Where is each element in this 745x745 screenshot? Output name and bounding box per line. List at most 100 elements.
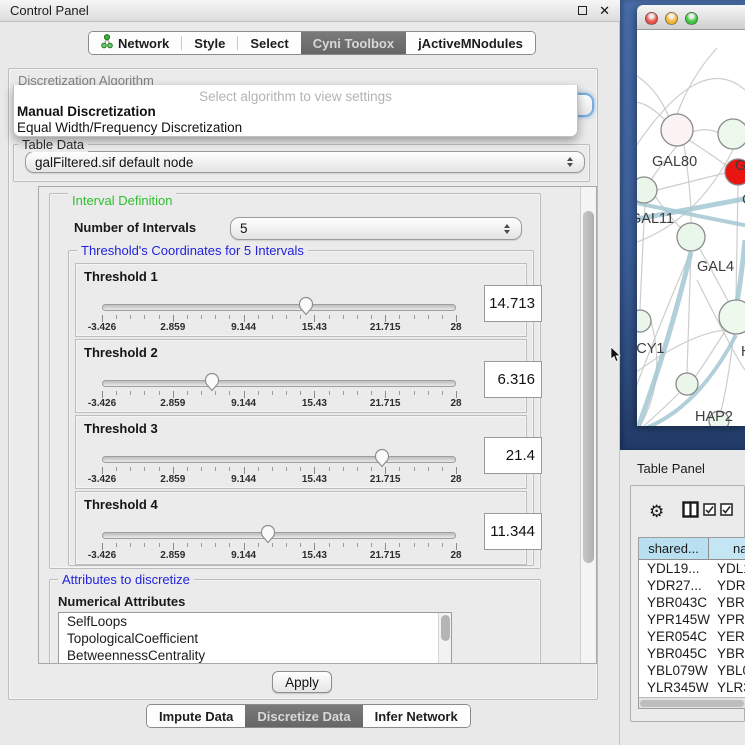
numerical-attributes-label: Numerical Attributes (58, 594, 185, 609)
network-edge[interactable] (677, 48, 717, 114)
tick-mark (385, 315, 386, 322)
tick-mark (300, 467, 301, 471)
tick-mark (442, 543, 443, 547)
tick-label: 21.715 (370, 474, 401, 485)
close-icon[interactable]: ✕ (599, 3, 610, 19)
slider-thumb-handle[interactable] (298, 296, 314, 316)
numerical-attributes-list[interactable]: SelfLoopsTopologicalCoefficientBetweenne… (58, 612, 452, 664)
tick-mark (329, 543, 330, 547)
column-header-shared-name[interactable]: shared... (639, 538, 709, 560)
network-canvas[interactable]: GAL80GACGAL11GAL4GCY1HHAP2 (637, 30, 745, 426)
list-item[interactable]: BetweennessCentrality (59, 647, 451, 664)
tab-network[interactable]: Network (89, 32, 181, 54)
apply-button[interactable]: Apply (272, 671, 332, 693)
tick-mark (187, 543, 188, 547)
tab-select[interactable]: Select (238, 32, 300, 54)
table-row[interactable]: YDR27...YDR2 (639, 577, 745, 594)
tick-mark (102, 543, 103, 550)
minimize-traffic-icon[interactable] (665, 12, 678, 25)
list-item[interactable]: TopologicalCoefficient (59, 630, 451, 647)
slider-track[interactable] (102, 380, 456, 387)
popup-item-1[interactable]: Manual Discretization (17, 104, 156, 119)
list-scrollbar-thumb[interactable] (441, 615, 450, 641)
slider-tick-labels: -3.4262.8599.14415.4321.71528 (102, 550, 456, 562)
slider-track[interactable] (102, 456, 456, 463)
cell-name: YBL0 (717, 663, 745, 678)
network-node-gal11[interactable] (637, 177, 657, 203)
network-view-window[interactable]: GAL80GACGAL11GAL4GCY1HHAP2 (637, 5, 745, 426)
pane-scrollbar[interactable] (580, 187, 596, 663)
popup-hint-text: Select algorithm to view settings (14, 89, 577, 104)
table-row[interactable]: YER054CYER0 (639, 628, 745, 645)
tick-mark (116, 543, 117, 547)
slider-thumb-handle[interactable] (260, 524, 276, 544)
threshold-panel: Threshold 2-3.4262.8599.14415.4321.71528… (75, 339, 527, 413)
threshold-value-input[interactable]: 6.316 (484, 361, 542, 398)
zoom-traffic-icon[interactable] (685, 12, 698, 25)
tick-mark (215, 391, 216, 395)
tick-mark (357, 467, 358, 471)
gear-icon[interactable]: ⚙ (649, 502, 664, 522)
table-row[interactable]: YBL079WYBL0 (639, 662, 745, 679)
table-horizontal-scrollbar[interactable] (639, 697, 745, 708)
tab-cyni-toolbox[interactable]: Cyni Toolbox (301, 32, 406, 54)
network-edge[interactable] (695, 328, 727, 377)
slider-thumb-handle[interactable] (204, 372, 220, 392)
tick-mark (116, 315, 117, 319)
checkbox-icon[interactable] (720, 503, 733, 521)
number-of-intervals-combobox[interactable]: 5 (230, 217, 522, 240)
node-label-gal11: GAL11 (637, 211, 674, 227)
table-hscroll-thumb[interactable] (640, 700, 744, 707)
network-node-ga[interactable] (718, 119, 745, 149)
float-window-icon[interactable] (578, 6, 587, 15)
tab-infer-network[interactable]: Infer Network (363, 705, 470, 727)
threshold-slider[interactable]: -3.4262.8599.14415.4321.71528 (102, 416, 456, 490)
network-node-gal4[interactable] (677, 223, 705, 251)
tick-label: 2.859 (160, 550, 185, 561)
tab-impute-data[interactable]: Impute Data (147, 705, 245, 727)
network-edge[interactable] (692, 130, 719, 133)
slider-thumb-handle[interactable] (374, 448, 390, 468)
pane-scrollbar-thumb[interactable] (583, 211, 594, 563)
slider-track[interactable] (102, 532, 456, 539)
tab-jactivemnodules[interactable]: jActiveMNodules (406, 32, 535, 54)
network-node-gcy1[interactable] (637, 310, 651, 332)
popup-item-2[interactable]: Equal Width/Frequency Discretization (17, 120, 242, 135)
table-row[interactable]: YDL19...YDL1 (639, 560, 745, 577)
threshold-value-input[interactable]: 11.344 (484, 513, 542, 550)
tick-mark (229, 391, 230, 395)
table-row[interactable]: YBR045CYBR0 (639, 645, 745, 662)
network-window-titlebar[interactable] (637, 5, 745, 30)
table-row[interactable]: YLR345WYLR3 (639, 679, 745, 696)
table-data-combobox[interactable]: galFiltered.sif default node (25, 151, 585, 173)
threshold-slider[interactable]: -3.4262.8599.14415.4321.71528 (102, 264, 456, 338)
table-row[interactable]: YBR043CYBR0 (639, 594, 745, 611)
control-panel-titlebar: Control Panel ✕ (0, 0, 620, 22)
network-edge-highlighted[interactable] (737, 240, 745, 302)
tick-mark (229, 467, 230, 471)
tab-style[interactable]: Style (182, 32, 237, 54)
threshold-slider[interactable]: -3.4262.8599.14415.4321.71528 (102, 492, 456, 566)
list-item[interactable]: SelfLoops (59, 613, 451, 630)
network-node-h[interactable] (719, 300, 745, 334)
network-edge[interactable] (657, 173, 725, 190)
network-node-gal80[interactable] (661, 114, 693, 146)
network-edge-highlighted[interactable] (637, 252, 691, 426)
column-header-name[interactable]: na (709, 538, 745, 560)
table-row[interactable]: YPR145WYPR1 (639, 611, 745, 628)
threshold-panel: Threshold 3-3.4262.8599.14415.4321.71528… (75, 415, 527, 489)
threshold-value-input[interactable]: 21.4 (484, 437, 542, 474)
list-scrollbar[interactable] (438, 613, 451, 664)
node-attribute-table[interactable]: shared... na YDL19...YDL1YDR27...YDR2YBR… (638, 537, 745, 709)
close-traffic-icon[interactable] (645, 12, 658, 25)
tab-discretize-data[interactable]: Discretize Data (245, 705, 362, 727)
split-column-icon[interactable] (682, 501, 699, 523)
slider-track[interactable] (102, 304, 456, 311)
network-node-hap2[interactable] (676, 373, 698, 395)
threshold-value-input[interactable]: 14.713 (484, 285, 542, 322)
network-edge[interactable] (637, 102, 665, 120)
cell-name: YLR3 (717, 680, 745, 695)
threshold-slider[interactable]: -3.4262.8599.14415.4321.71528 (102, 340, 456, 414)
checkbox-icon[interactable] (703, 503, 716, 521)
tick-mark (428, 543, 429, 547)
